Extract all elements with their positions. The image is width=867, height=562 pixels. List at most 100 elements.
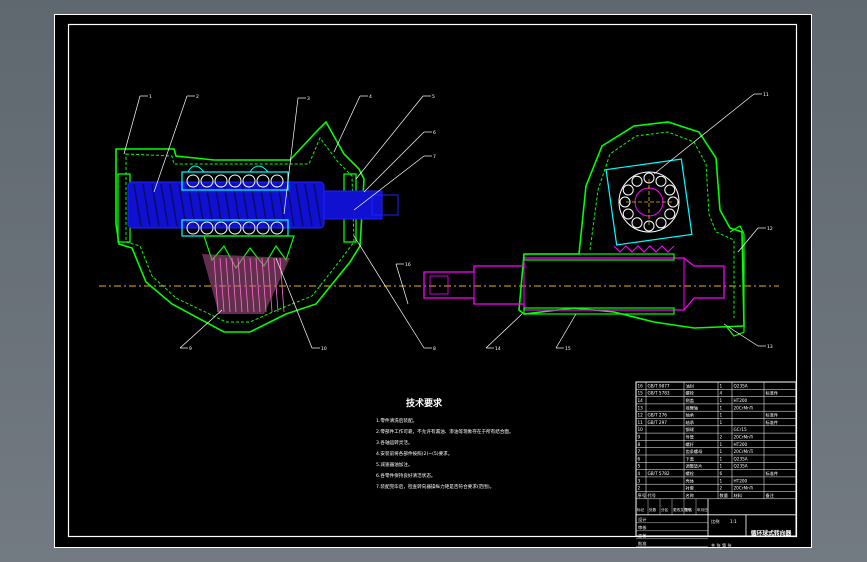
parts-cell: GB/T 297 (648, 420, 668, 425)
role-label: 设计 (638, 516, 646, 523)
parts-cell: HT200 (734, 442, 748, 447)
parts-cell: GB/T 9877 (648, 383, 670, 388)
parts-cell: 2 (720, 435, 723, 440)
role-label: 批准 (638, 540, 646, 547)
role-label: 工艺 (638, 533, 646, 538)
parts-cell: GCr15 (734, 427, 748, 432)
parts-cell: 标准件 (766, 419, 779, 426)
parts-cell: 油封 (686, 382, 694, 389)
parts-cell: 螺杆 (686, 441, 695, 448)
parts-cell: 20CrMnTi (734, 435, 754, 440)
callout-number: 12 (767, 226, 773, 232)
parts-cell: 侧盖 (686, 397, 694, 404)
ring-ball (631, 175, 643, 187)
requirement-item: 2.零部件工作可靠，不允许有漏油、渗油等现象存在于所有结合面。 (376, 428, 514, 435)
parts-cell: 15 (638, 391, 644, 396)
scale-value: 1:1 (730, 519, 737, 524)
parts-cell: 8 (638, 442, 641, 447)
rack-teeth (613, 245, 675, 253)
parts-cell: GB/T 5783 (648, 391, 670, 396)
sign-label: 分区 (661, 507, 669, 512)
parts-cell: HT200 (734, 398, 748, 403)
requirement-item: 5.减速器油加注。 (376, 461, 413, 468)
parts-header-cell: 材料 (734, 492, 743, 499)
callout-number: 11 (763, 92, 769, 98)
parts-cell: 摇臂轴 (686, 404, 699, 411)
parts-cell: 4 (638, 471, 641, 476)
parts-cell: 1 (720, 464, 723, 469)
parts-cell: Q235A (734, 464, 748, 469)
leader-line (275, 257, 313, 349)
parts-cell: 标准件 (766, 470, 779, 477)
output-shaft (423, 257, 725, 311)
cad-viewport[interactable]: 1 2 3 4 5 6 7 8 9 10 11 12 13 14 15 16 技术要求 1.零件清洗后装配。 2… (0, 0, 867, 562)
callout-number: 2 (196, 94, 199, 100)
leader-line (353, 235, 425, 349)
parts-cell: 6 (720, 471, 723, 476)
parts-cell: 20CrMnTi (734, 405, 754, 410)
callout-number: 13 (767, 344, 773, 350)
parts-cell: 壳体 (686, 477, 695, 484)
parts-cell: 6 (638, 456, 641, 461)
parts-header-cell: 备注 (766, 492, 775, 499)
parts-cell: 2 (638, 486, 641, 491)
leader-line (363, 131, 425, 193)
leader-line (395, 263, 409, 305)
ring-ball (631, 217, 643, 229)
sign-label: 标记 (637, 507, 645, 512)
housing-side-outline (518, 121, 745, 329)
leader-line (123, 95, 141, 155)
sign-label: 签名 (685, 507, 693, 512)
parts-cell: 10 (638, 427, 644, 432)
requirement-item: 3.各轴运转灵活。 (376, 439, 413, 446)
parts-cell: 20CrMnTi (734, 449, 754, 454)
parts-cell: Q235A (734, 383, 748, 388)
parts-cell: 钢球 (686, 426, 695, 433)
assembly-drawing: 1 2 3 4 56789 1011121314 1516 技术要求 1.零件清洗后装配。2… (54, 14, 812, 548)
parts-cell: 衬套 (686, 485, 695, 492)
parts-cell: 1 (720, 383, 723, 388)
requirements-title: 技术要求 (406, 397, 443, 409)
parts-cell: 轴承 (686, 419, 695, 426)
left-section-view (115, 120, 399, 333)
parts-cell: 标准件 (766, 390, 779, 397)
callout-number: 14 (495, 346, 501, 352)
leader-line (485, 313, 523, 349)
parts-cell: 1 (720, 456, 723, 461)
parts-cell: 轴承 (686, 412, 695, 419)
parts-header-cell: 数量 (720, 492, 728, 499)
callout-number: 15 (565, 346, 571, 352)
parts-cell: 1 (720, 449, 723, 454)
parts-cell: Q235A (734, 456, 748, 461)
ring-ball (655, 175, 667, 187)
leader-line (179, 309, 223, 349)
callout-number: 1 (149, 94, 152, 100)
drawing-title: 循环球式转向器 (751, 529, 792, 537)
drawing-sheet[interactable]: 1 2 3 4 5 6 7 8 9 10 11 12 13 14 15 16 技术要求 1.零件清洗后装配。 2… (54, 14, 812, 548)
parts-cell: 1 (720, 398, 723, 403)
requirement-item: 1.零件清洗后装配。 (376, 417, 417, 424)
callout-number: 8 (433, 346, 436, 352)
parts-cell: 16 (638, 383, 644, 388)
callout-number: 9 (189, 346, 192, 352)
parts-header-cell: 序号 (638, 492, 646, 499)
worm-screw (127, 181, 325, 229)
parts-cell: 1 (720, 442, 723, 447)
parts-cell: 7 (638, 449, 641, 454)
parts-cell: 3 (638, 478, 641, 483)
parts-cell: 调整垫片 (686, 463, 703, 470)
leader-line (723, 323, 759, 347)
bushing-top (523, 253, 675, 261)
parts-cell: 螺栓 (686, 470, 695, 477)
parts-cell: 齿条螺母 (686, 448, 703, 455)
parts-cell: 1 (720, 413, 723, 418)
parts-cell: 20CrMnTi (734, 486, 754, 491)
parts-cell: GB/T 276 (648, 413, 668, 418)
ring-ball (622, 208, 634, 220)
leader-line (653, 93, 755, 175)
role-label: 审核 (638, 524, 647, 531)
parts-cell: 下盖 (686, 455, 694, 462)
parts-cell: 11 (638, 420, 644, 425)
callout-number: 10 (321, 346, 327, 352)
leader-line (333, 95, 361, 153)
